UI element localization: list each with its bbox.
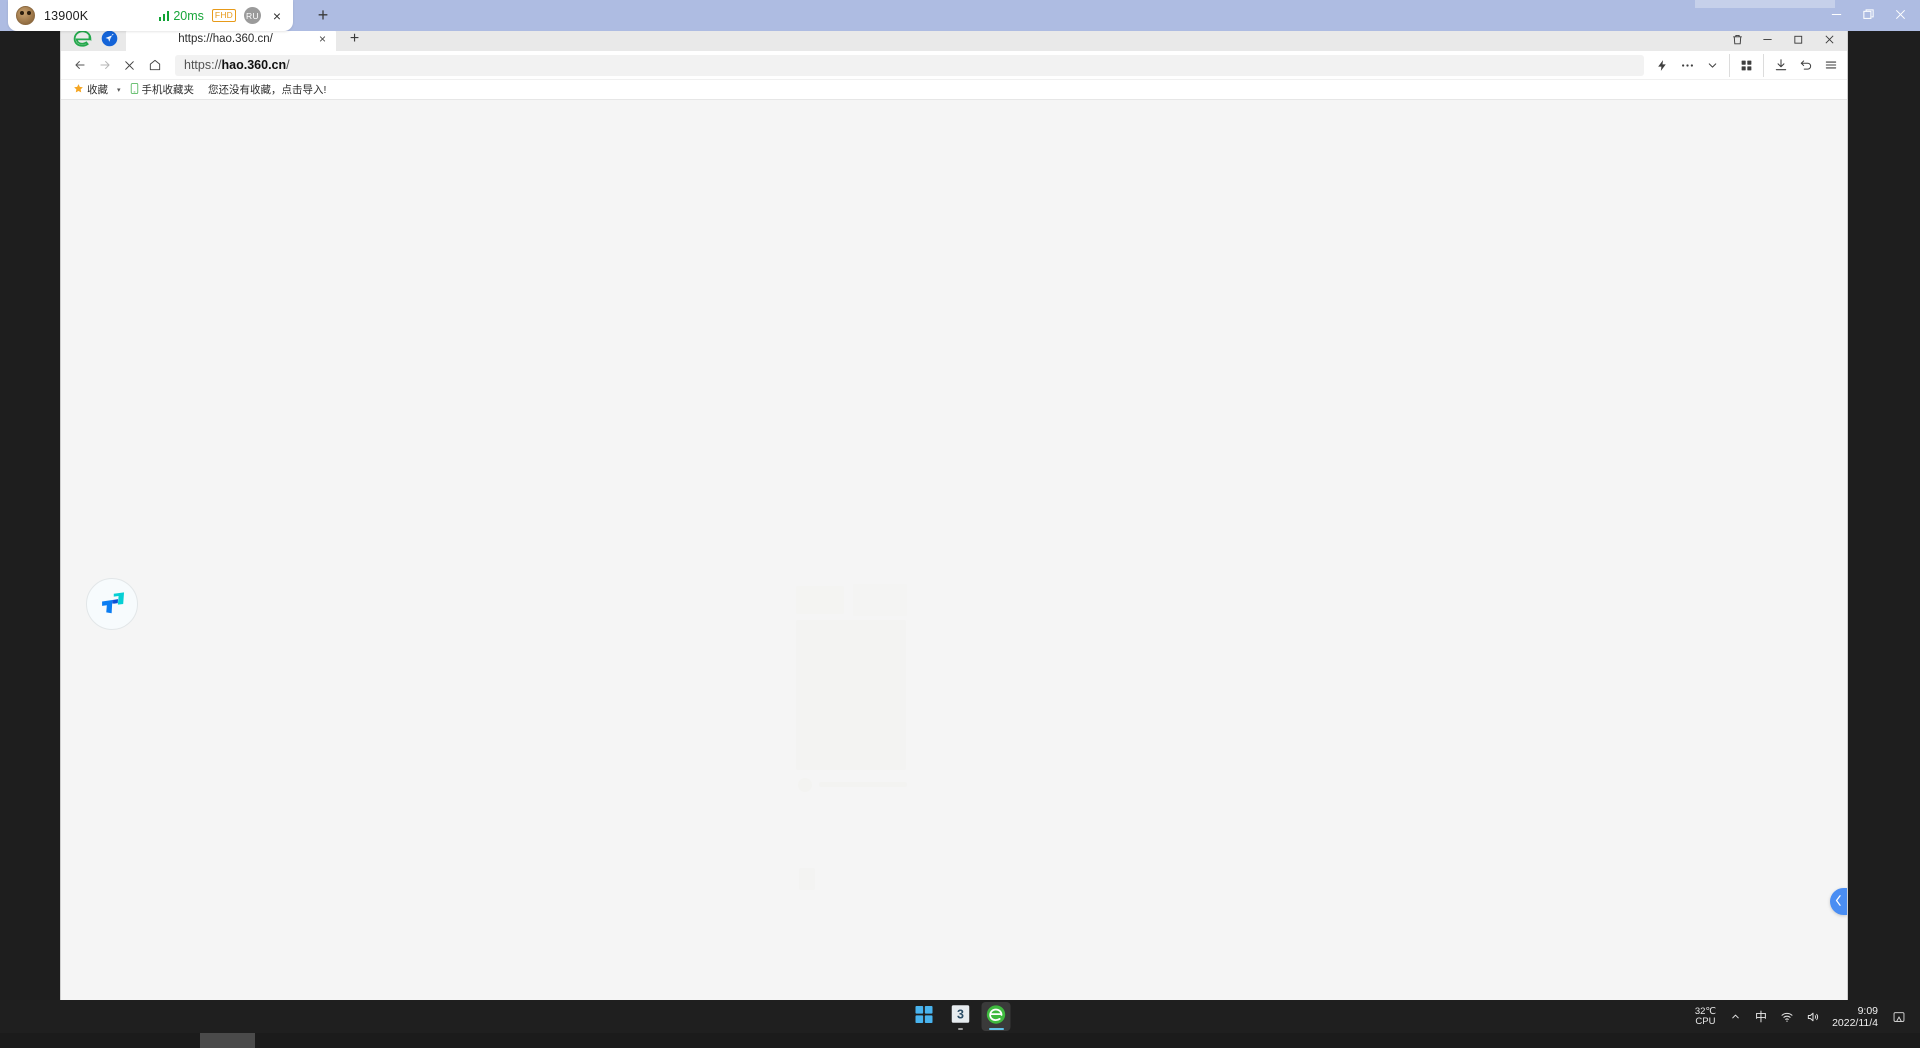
notification-icon[interactable] — [1886, 1002, 1912, 1031]
taskbar-active-indicator — [988, 1027, 1004, 1030]
toolbar-divider — [1729, 53, 1730, 77]
tray-time: 9:09 — [1857, 1004, 1878, 1017]
chevron-up-icon[interactable] — [1722, 1002, 1748, 1031]
speaker-icon[interactable] — [1800, 1002, 1826, 1031]
page-viewport — [61, 100, 1847, 1002]
page-skeleton-block — [799, 868, 815, 890]
toolbar-divider-2 — [1763, 53, 1764, 77]
tab-close-icon[interactable]: × — [315, 32, 330, 47]
tray-cpu-temperature[interactable]: 32℃ CPU — [1689, 1005, 1722, 1027]
client-maximize-button[interactable] — [1852, 1, 1884, 27]
ime-indicator[interactable]: 中 — [1748, 1002, 1774, 1031]
address-bar[interactable]: https://hao.360.cn/ — [175, 54, 1644, 76]
bookmarks-import-hint[interactable]: 您还没有收藏，点击导入! — [208, 82, 326, 97]
quality-badge[interactable]: FHD — [211, 9, 236, 22]
bookmark-favorites[interactable]: 收藏 — [69, 81, 112, 98]
svg-text:3: 3 — [957, 1008, 964, 1022]
remote-machine-name: 13900K — [44, 8, 89, 23]
remote-client-titlebar: 13900K 20ms FHD RU × + — [0, 0, 1920, 31]
tab-title: https://hao.360.cn/ — [178, 33, 273, 45]
remote-desktop-client-window: https://hao.360.cn/ × + https://hao.360.… — [0, 0, 1920, 1048]
page-skeleton-block — [796, 586, 844, 614]
screen-bottom-strip — [0, 1033, 1920, 1048]
more-extensions-icon[interactable] — [1675, 54, 1700, 77]
undo-restore-icon[interactable] — [1793, 54, 1818, 77]
apps-grid-icon[interactable] — [1734, 54, 1759, 77]
client-titlebar-accent — [1695, 0, 1835, 8]
tray-date: 2022/11/4 — [1832, 1016, 1878, 1029]
side-panel-toggle[interactable] — [1830, 888, 1847, 915]
taskbar-app-list: 3 — [910, 1000, 1011, 1033]
home-icon[interactable] — [142, 53, 167, 77]
forward-arrow-icon[interactable] — [92, 53, 117, 77]
page-skeleton-block — [796, 620, 906, 770]
taskbar-item-app-3dmark[interactable]: 3 — [946, 1002, 975, 1031]
avatar[interactable]: RU — [244, 7, 261, 24]
bookmark-phone-label: 手机收藏夹 — [141, 84, 195, 96]
taskbar-start-button[interactable] — [910, 1002, 939, 1031]
downloads-icon[interactable] — [1768, 54, 1793, 77]
windows-start-icon — [915, 1005, 933, 1028]
bookmark-favorites-label: 收藏 — [87, 84, 108, 96]
back-arrow-icon[interactable] — [67, 53, 92, 77]
tray-clock[interactable]: 9:09 2022/11/4 — [1826, 1005, 1886, 1029]
page-skeleton-block — [853, 584, 907, 616]
address-bar-url: https://hao.360.cn/ — [184, 58, 290, 72]
stop-loading-icon[interactable] — [117, 53, 142, 77]
session-close-icon[interactable]: × — [269, 8, 285, 24]
ime-label: 中 — [1755, 1010, 1768, 1024]
chevron-down-icon[interactable] — [1700, 54, 1725, 77]
cat-avatar-icon — [16, 6, 35, 25]
360-so-logo-icon — [86, 578, 138, 630]
remote-session-pill: 13900K 20ms FHD RU × — [8, 0, 293, 31]
main-menu-icon[interactable] — [1818, 54, 1843, 77]
page-skeleton-block — [819, 782, 907, 787]
browser-navigation-bar: https://hao.360.cn/ — [61, 51, 1847, 80]
browser-window: https://hao.360.cn/ × + https://hao.360.… — [61, 24, 1847, 1002]
wifi-icon[interactable] — [1774, 1002, 1800, 1031]
bookmarks-caret-icon[interactable]: ▾ — [112, 86, 126, 94]
new-session-button[interactable]: + — [313, 5, 333, 25]
signal-bars-icon — [158, 10, 170, 21]
tray-cpu-temp-value: 32℃ — [1694, 1005, 1717, 1017]
client-close-button[interactable] — [1884, 1, 1916, 27]
bookmarks-bar: 收藏 ▾ 手机收藏夹 您还没有收藏，点击导入! — [61, 80, 1847, 100]
chevron-left-icon — [1835, 894, 1842, 909]
tray-cpu-label: CPU — [1695, 1015, 1716, 1027]
windows-taskbar: 3 32℃ CPU 中 9:09 2022/11/4 — [0, 1000, 1920, 1033]
taskbar-running-indicator — [957, 1027, 963, 1030]
page-skeleton-block — [798, 778, 812, 792]
phone-icon — [130, 82, 139, 97]
lightning-speed-icon[interactable] — [1650, 54, 1675, 77]
taskbar-item-360-browser[interactable] — [981, 1002, 1011, 1031]
strip-highlight — [200, 1033, 255, 1048]
browser-toolbar-actions — [1650, 53, 1843, 77]
bookmark-phone-folder[interactable]: 手机收藏夹 — [126, 81, 199, 98]
system-tray: 32℃ CPU 中 9:09 2022/11/4 — [1689, 1000, 1912, 1033]
star-icon — [73, 83, 84, 97]
360-browser-green-e-icon — [986, 1004, 1007, 1030]
three-app-icon: 3 — [950, 1004, 970, 1029]
remote-latency: 20ms — [173, 8, 204, 23]
